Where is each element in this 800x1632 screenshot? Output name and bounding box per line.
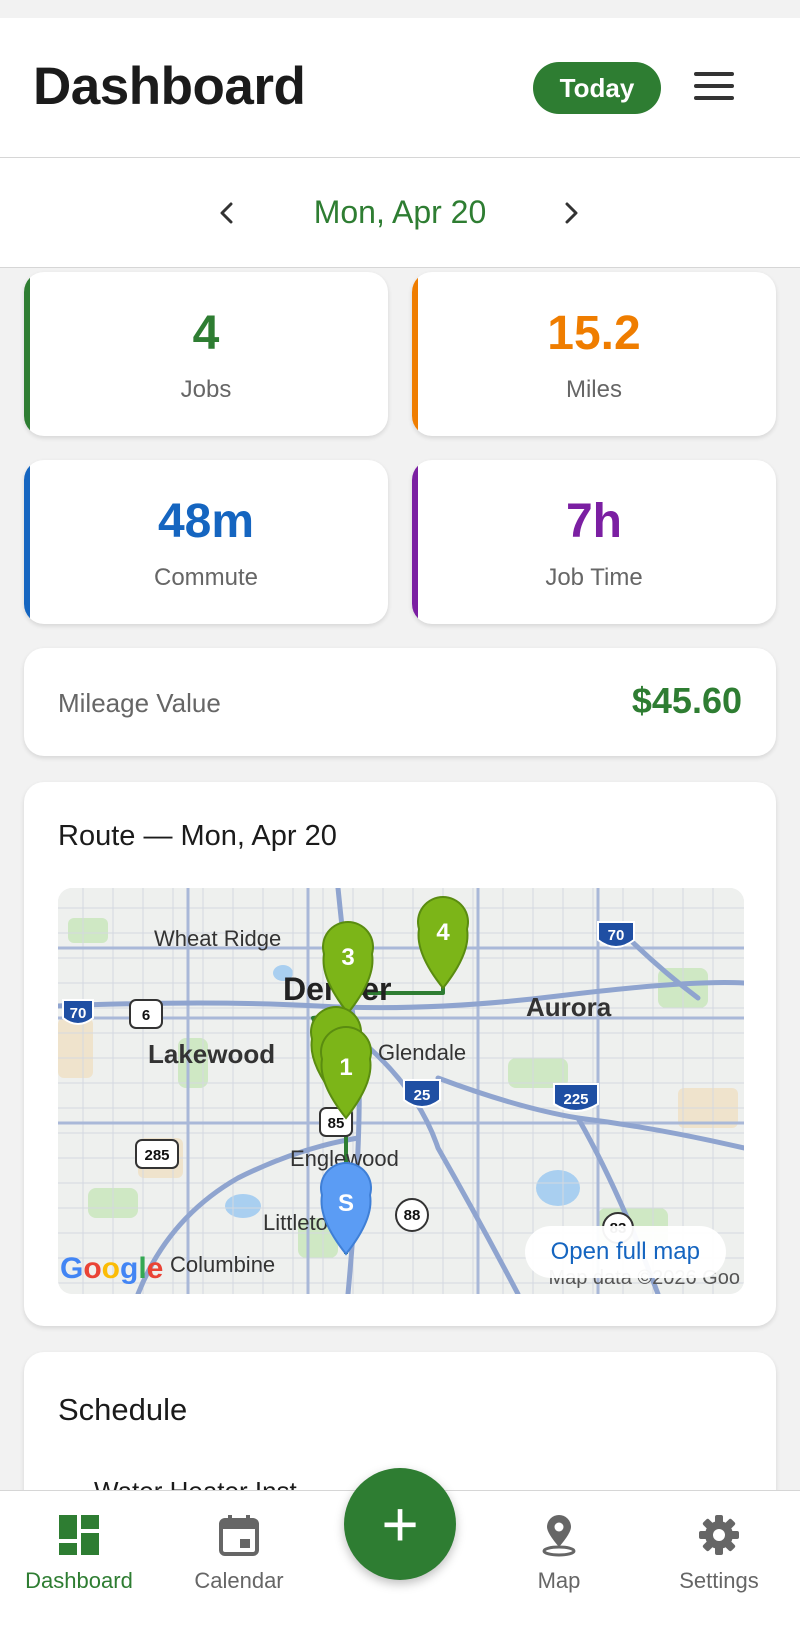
- svg-text:1: 1: [339, 1054, 352, 1081]
- route-title: Route — Mon, Apr 20: [58, 820, 337, 852]
- svg-text:6: 6: [142, 1007, 150, 1024]
- stat-card-commute[interactable]: 48m Commute: [24, 460, 388, 624]
- interstate-shield: 225: [553, 1083, 599, 1112]
- nav-label: Settings: [679, 1568, 759, 1593]
- mileage-label: Mileage Value: [58, 688, 221, 718]
- nav-label: Map: [537, 1568, 581, 1593]
- status-bar: [0, 0, 800, 18]
- map-pin-icon: [542, 1515, 576, 1557]
- interstate-shield: 70: [62, 999, 94, 1025]
- stat-card-job-time[interactable]: 7h Job Time: [412, 460, 776, 624]
- open-full-map-button[interactable]: Open full map: [524, 1226, 726, 1278]
- stat-label: Commute: [153, 564, 259, 591]
- nav-dashboard[interactable]: Dashboard: [4, 1513, 154, 1594]
- svg-text:88: 88: [404, 1207, 421, 1224]
- place-label: Lakewood: [148, 1039, 275, 1069]
- nav-calendar[interactable]: Calendar: [164, 1513, 314, 1594]
- stat-value: 7h: [565, 495, 622, 548]
- svg-text:70: 70: [608, 927, 625, 944]
- add-job-button[interactable]: +: [344, 1468, 456, 1580]
- interstate-shield: 25: [403, 1079, 441, 1108]
- date-navigator: Mon, Apr 20: [0, 158, 800, 268]
- gear-icon: [699, 1515, 739, 1555]
- today-button[interactable]: Today: [533, 62, 661, 114]
- stat-label: Miles: [565, 376, 622, 403]
- stat-card-miles[interactable]: 15.2 Miles: [412, 272, 776, 436]
- us-highway-shield: 285: [135, 1139, 179, 1169]
- page-title: Dashboard: [33, 57, 306, 116]
- svg-text:225: 225: [563, 1091, 588, 1108]
- svg-text:25: 25: [414, 1087, 431, 1104]
- nav-map[interactable]: Map: [484, 1513, 634, 1594]
- svg-text:285: 285: [144, 1147, 169, 1164]
- calendar-icon: [219, 1515, 259, 1556]
- svg-text:3: 3: [341, 944, 354, 971]
- place-label: Wheat Ridge: [154, 926, 281, 951]
- stat-label: Jobs: [180, 376, 232, 403]
- nav-settings[interactable]: Settings: [644, 1513, 794, 1594]
- google-logo: Google: [60, 1252, 164, 1285]
- stat-value: 48m: [157, 495, 255, 548]
- svg-text:4: 4: [436, 919, 450, 946]
- svg-text:70: 70: [70, 1005, 87, 1022]
- place-label: Aurora: [526, 992, 612, 1022]
- mileage-amount: $45.60: [631, 680, 742, 721]
- svg-text:85: 85: [328, 1115, 345, 1132]
- svg-text:S: S: [338, 1190, 354, 1217]
- dashboard-icon: [59, 1515, 99, 1555]
- route-map[interactable]: Wheat Ridge Denver Aurora Lakewood Glend…: [58, 888, 744, 1294]
- place-label: Glendale: [378, 1040, 466, 1065]
- place-label: Columbine: [170, 1252, 275, 1277]
- hamburger-menu-icon[interactable]: [694, 72, 734, 104]
- us-highway-shield: 6: [129, 999, 163, 1029]
- chevron-right-icon[interactable]: [560, 202, 582, 224]
- nav-label: Dashboard: [25, 1568, 133, 1593]
- interstate-shield: 70: [597, 921, 635, 948]
- route-card: Route — Mon, Apr 20 Wheat Ridge Aurora L…: [24, 782, 776, 1326]
- current-date[interactable]: Mon, Apr 20: [0, 194, 800, 231]
- stat-label: Job Time: [545, 564, 643, 591]
- mileage-value-card[interactable]: Mileage Value $45.60: [24, 648, 776, 756]
- schedule-title: Schedule: [58, 1392, 188, 1427]
- state-highway-shield: 88: [395, 1198, 429, 1232]
- app-header: Dashboard Today: [0, 18, 800, 158]
- nav-label: Calendar: [194, 1568, 284, 1593]
- stat-card-jobs[interactable]: 4 Jobs: [24, 272, 388, 436]
- stat-value: 15.2: [547, 307, 641, 360]
- stat-value: 4: [192, 307, 220, 360]
